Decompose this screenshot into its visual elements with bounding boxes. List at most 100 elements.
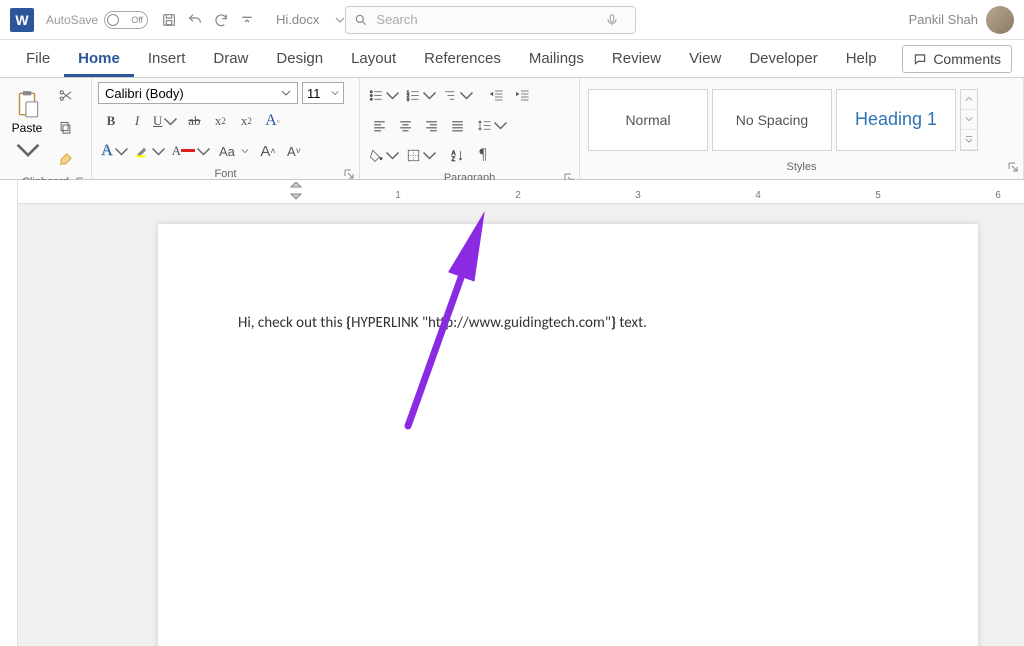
page-scroll[interactable]: Hi, check out this {HYPERLINK "http://ww… [18,204,1024,646]
svg-text:Z: Z [451,156,455,162]
undo-icon[interactable] [182,7,208,33]
borders-button[interactable] [404,143,439,167]
grow-font-button[interactable]: A˄ [256,139,280,163]
copy-button[interactable] [53,115,77,139]
indent-marker-icon[interactable] [290,182,302,203]
search-input[interactable]: Search [345,6,636,34]
multilevel-button[interactable] [441,83,476,107]
search-placeholder: Search [376,12,605,27]
tab-draw[interactable]: Draw [199,40,262,77]
user-name[interactable]: Pankil Shah [909,12,978,27]
sort-button[interactable]: AZ [445,143,469,167]
svg-text:A: A [451,150,455,156]
subscript-button[interactable]: x2 [208,109,232,133]
chevron-down-icon [241,147,249,155]
styles-scroll [960,89,978,151]
chevron-down-icon [385,148,400,163]
chevron-down-icon [15,135,41,165]
format-painter-button[interactable] [53,147,77,171]
font-color-button[interactable]: A [170,139,213,163]
left-gutter [0,180,18,646]
align-left-icon [372,118,387,133]
document-body-text[interactable]: Hi, check out this {HYPERLINK "http://ww… [238,314,898,332]
tab-file[interactable]: File [12,40,64,77]
align-right-button[interactable] [419,113,443,137]
show-hide-button[interactable]: ¶ [471,143,495,167]
tab-view[interactable]: View [675,40,735,77]
document-page[interactable]: Hi, check out this {HYPERLINK "http://ww… [158,224,978,646]
font-name-dropdown[interactable]: Calibri (Body) [98,82,298,104]
annotation-arrow-icon [378,236,498,441]
autosave-state: Off [131,15,143,25]
style-normal[interactable]: Normal [588,89,708,151]
underline-button[interactable]: U [151,109,180,133]
title-bar: W AutoSave Off Hi.docx Search Pankil Sha… [0,0,1024,40]
align-center-button[interactable] [393,113,417,137]
paste-button[interactable]: Paste [6,89,48,165]
chevron-down-icon [331,89,339,97]
group-label-font: Font [214,168,236,180]
chevron-down-icon [422,88,437,103]
font-size-dropdown[interactable]: 11 [302,82,344,104]
autosave-toggle[interactable]: Off [104,11,148,29]
style-heading1[interactable]: Heading 1 [836,89,956,151]
justify-button[interactable] [445,113,469,137]
tab-design[interactable]: Design [262,40,337,77]
line-spacing-button[interactable] [475,113,510,137]
comments-label: Comments [933,51,1001,67]
chevron-down-icon[interactable] [335,15,345,25]
indent-icon [515,88,530,103]
qat-more-icon[interactable] [234,7,260,33]
tab-home[interactable]: Home [64,40,134,77]
save-icon[interactable] [156,7,182,33]
tab-references[interactable]: References [410,40,515,77]
ruler-tick: 2 [515,190,521,201]
text-effects2-button[interactable]: A [99,139,131,163]
ruler-tick: 4 [755,190,761,201]
align-center-icon [398,118,413,133]
italic-button[interactable]: I [125,109,149,133]
horizontal-ruler[interactable]: 1 2 3 4 5 6 [18,180,1024,204]
numbering-button[interactable]: 123 [404,83,439,107]
text-effects-button[interactable]: A▫ [260,109,284,133]
avatar[interactable] [986,6,1014,34]
chevron-down-icon [281,88,291,98]
ruler-tick: 3 [635,190,641,201]
ruler-tick: 6 [995,190,1001,201]
increase-indent-button[interactable] [510,83,534,107]
decrease-indent-button[interactable] [484,83,508,107]
styles-up-button[interactable] [961,90,977,110]
group-styles: Normal No Spacing Heading 1 Styles [580,78,1024,179]
styles-down-button[interactable] [961,110,977,130]
dialog-launcher-styles[interactable] [1007,162,1019,174]
cut-button[interactable] [53,83,77,107]
shrink-font-button[interactable]: A˅ [282,139,306,163]
strike-button[interactable]: ab [182,109,206,133]
align-left-button[interactable] [367,113,391,137]
tab-insert[interactable]: Insert [134,40,200,77]
tab-developer[interactable]: Developer [735,40,831,77]
ruler-tick: 5 [875,190,881,201]
mic-icon[interactable] [605,13,619,27]
styles-gallery-button[interactable] [961,130,977,150]
highlight-button[interactable] [133,139,168,163]
tab-mailings[interactable]: Mailings [515,40,598,77]
comments-button[interactable]: Comments [902,45,1012,73]
highlighter-icon [135,144,150,159]
bold-button[interactable]: B [99,109,123,133]
redo-icon[interactable] [208,7,234,33]
chevron-down-icon [385,88,400,103]
tab-layout[interactable]: Layout [337,40,410,77]
style-no-spacing[interactable]: No Spacing [712,89,832,151]
superscript-button[interactable]: x2 [234,109,258,133]
bullets-button[interactable] [367,83,402,107]
comment-icon [913,52,927,66]
sort-icon: AZ [450,148,465,163]
document-name[interactable]: Hi.docx [276,12,319,27]
shading-button[interactable] [367,143,402,167]
tab-help[interactable]: Help [832,40,891,77]
tab-review[interactable]: Review [598,40,675,77]
chevron-down-icon [163,114,178,129]
group-paragraph: 123 AZ ¶ Paragraph [360,78,580,179]
change-case-button[interactable]: Aa [215,139,239,163]
